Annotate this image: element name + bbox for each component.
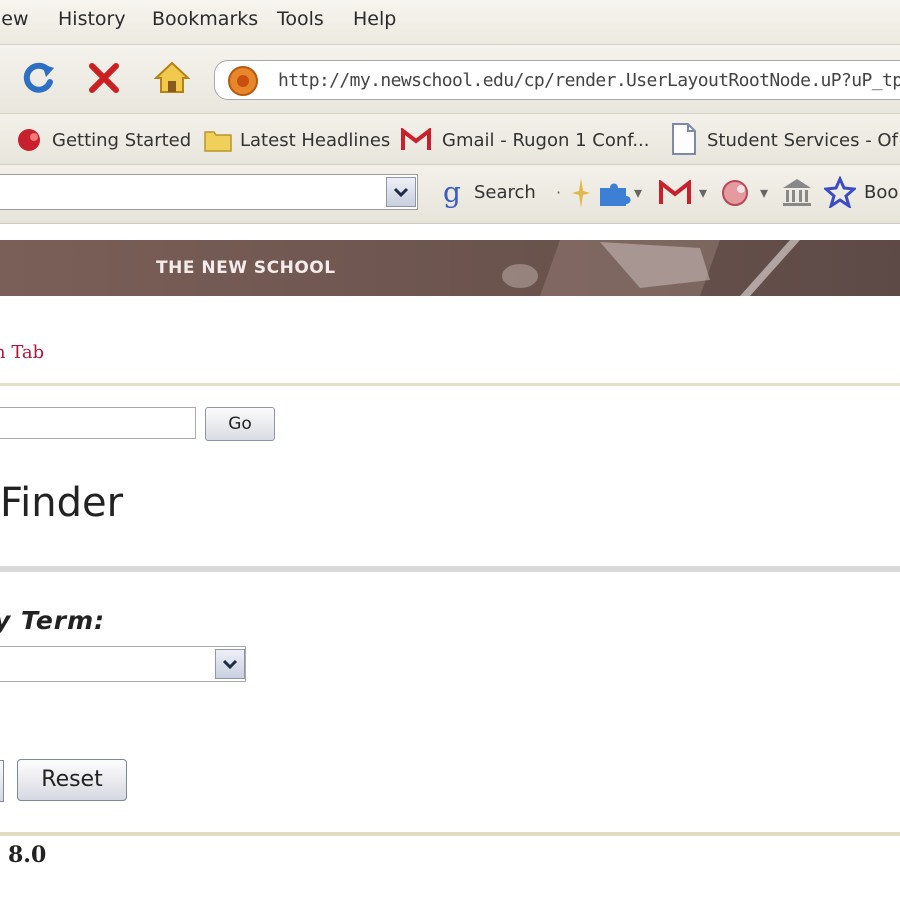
dropdown-arrow-icon[interactable]: ▾ [699, 183, 707, 202]
search-button[interactable] [0, 760, 4, 802]
banner-photo-icon [502, 240, 800, 296]
url-text[interactable]: http://my.newschool.edu/cp/render.UserLa… [278, 70, 900, 91]
folder-icon [204, 131, 232, 152]
chevron-down-icon [222, 659, 238, 670]
gmail-toolbar-icon[interactable] [658, 180, 692, 206]
menu-bookmarks[interactable]: Bookmarks [152, 8, 258, 30]
toolbar-search-label[interactable]: Search [474, 182, 536, 203]
page-search-input[interactable] [0, 407, 196, 439]
dropdown-arrow-icon[interactable]: ▾ [760, 183, 768, 202]
menu-view[interactable]: iew [0, 8, 29, 30]
term-select[interactable] [0, 646, 246, 682]
toolbar-search-input[interactable] [0, 174, 418, 210]
toolbar-bookmarks-label[interactable]: Boo [864, 182, 898, 203]
puzzle-icon[interactable] [596, 178, 632, 208]
divider [0, 566, 900, 572]
menu-tools[interactable]: Tools [277, 8, 324, 30]
menu-history[interactable]: History [58, 8, 126, 30]
menu-bar [0, 0, 900, 45]
photos-icon[interactable] [720, 176, 754, 210]
divider [0, 832, 900, 836]
getting-started-icon [18, 129, 40, 151]
page-title: Finder [0, 480, 124, 526]
svg-text:g: g [443, 176, 461, 209]
menu-help[interactable]: Help [353, 8, 396, 30]
chevron-down-icon [393, 187, 409, 198]
home-icon[interactable] [152, 58, 192, 98]
bank-icon[interactable] [780, 176, 814, 210]
site-banner [0, 240, 900, 296]
dropdown-arrow-icon[interactable]: ▾ [634, 183, 642, 202]
bookmark-latest-headlines[interactable]: Latest Headlines [240, 130, 390, 151]
bookmark-getting-started[interactable]: Getting Started [52, 130, 191, 151]
bookmark-student-services[interactable]: Student Services - Of [707, 130, 898, 151]
google-g-icon[interactable]: g [440, 176, 466, 210]
term-select-dropdown[interactable] [215, 649, 245, 679]
gmail-icon [401, 128, 431, 150]
sparkle-icon[interactable] [570, 176, 592, 210]
bookmark-gmail[interactable]: Gmail - Rugon 1 Conf... [442, 130, 649, 151]
term-label: y Term: [0, 606, 106, 635]
go-button[interactable]: Go [205, 407, 275, 441]
star-icon[interactable] [824, 176, 856, 208]
divider [0, 383, 900, 386]
reset-button[interactable]: Reset [17, 759, 127, 801]
banner-title: THE NEW SCHOOL [156, 258, 336, 278]
stop-icon[interactable] [86, 60, 122, 96]
reload-icon[interactable] [18, 58, 58, 98]
toolbar-search-dropdown[interactable] [386, 177, 416, 207]
page-icon [672, 123, 696, 155]
version-text: 8.0 [8, 842, 47, 868]
tab-link[interactable]: n Tab [0, 342, 44, 363]
site-favicon-icon [228, 66, 258, 96]
separator-dot: · [556, 183, 562, 202]
